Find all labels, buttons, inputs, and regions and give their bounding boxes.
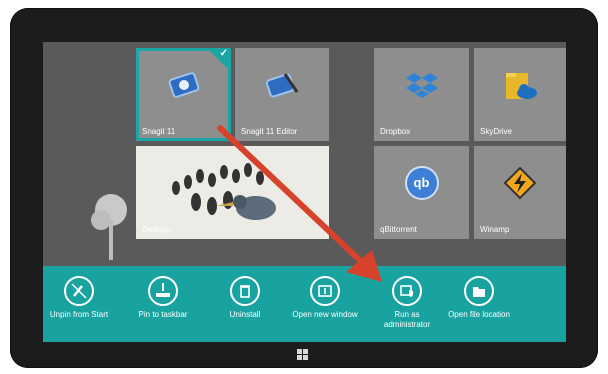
qbittorrent-icon: qb <box>404 166 439 201</box>
tile-desktop[interactable]: Desktop <box>136 146 329 239</box>
unpin-icon <box>64 276 94 306</box>
pin-to-taskbar-button[interactable]: Pin to taskbar <box>127 276 199 320</box>
tile-label: Dropbox <box>380 127 411 136</box>
run-as-administrator-button[interactable]: Run as administrator <box>371 276 443 330</box>
open-new-window-button[interactable]: Open new window <box>289 276 361 320</box>
winamp-icon <box>503 166 537 200</box>
new-window-icon <box>310 276 340 306</box>
unpin-from-start-button[interactable]: Unpin from Start <box>43 276 115 320</box>
shield-icon <box>392 276 422 306</box>
tile-label: qBittorrent <box>380 225 417 234</box>
tile-snagit[interactable]: ✓ Snagit 11 <box>136 48 231 141</box>
tile-label: Snagit 11 Editor <box>241 127 298 136</box>
dropbox-icon <box>405 73 438 99</box>
tile-label: Desktop <box>142 225 172 234</box>
tile-winamp[interactable]: Winamp <box>474 146 566 239</box>
command-label: Run as administrator <box>383 310 431 329</box>
skydrive-icon <box>506 73 537 100</box>
checkmark-icon: ✓ <box>219 48 228 59</box>
command-label: Uninstall <box>229 310 261 319</box>
trash-icon <box>230 276 260 306</box>
command-label: Open new window <box>292 310 358 319</box>
command-label: Pin to taskbar <box>138 310 188 319</box>
uninstall-button[interactable]: Uninstall <box>209 276 281 320</box>
background-tree <box>91 194 127 260</box>
snagit-icon <box>168 72 199 98</box>
tile-snagit-editor[interactable]: Snagit 11 Editor <box>235 48 329 141</box>
tile-label: SkyDrive <box>480 127 513 136</box>
folder-icon <box>464 276 494 306</box>
command-label: Open file location <box>448 310 510 319</box>
snagit-editor-icon <box>265 73 299 98</box>
app-bar: Unpin from Start Pin to taskbar Uninstal… <box>43 266 566 342</box>
pin-taskbar-icon <box>148 276 178 306</box>
command-label: Unpin from Start <box>49 310 109 319</box>
open-file-location-button[interactable]: Open file location <box>443 276 515 320</box>
tile-dropbox[interactable]: Dropbox <box>374 48 469 141</box>
tile-qbittorrent[interactable]: qb qBittorrent <box>374 146 469 239</box>
tile-label: Winamp <box>480 225 510 234</box>
windows-logo-icon[interactable] <box>297 349 309 361</box>
tile-skydrive[interactable]: SkyDrive <box>474 48 566 141</box>
start-screen: ✓ Snagit 11 Snagit 11 Editor Dropbox Sky… <box>43 42 566 342</box>
tile-label: Snagit 11 <box>142 127 176 136</box>
